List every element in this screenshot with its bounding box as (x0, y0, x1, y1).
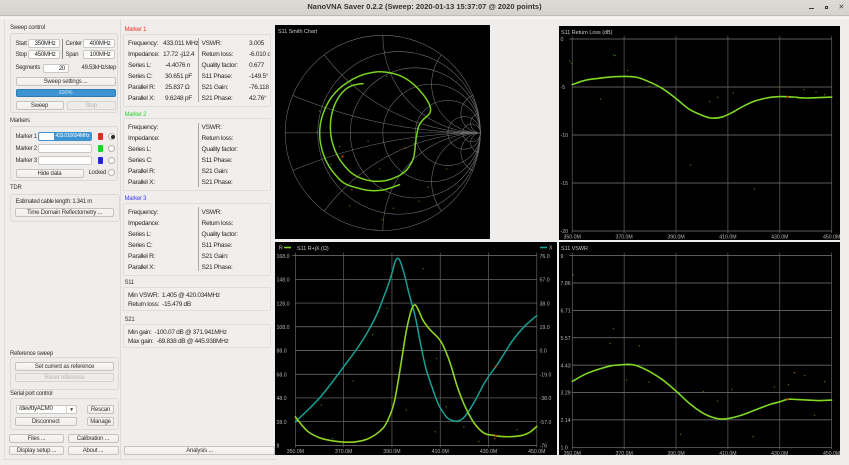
svg-text:3.29: 3.29 (561, 391, 571, 397)
svg-text:430.0M: 430.0M (480, 449, 497, 455)
svg-text:S11 Return Loss (dB): S11 Return Loss (dB) (561, 30, 613, 36)
svg-text:0.0: 0.0 (540, 349, 547, 355)
svg-text:450.0M: 450.0M (823, 451, 840, 455)
svg-text:48.0: 48.0 (277, 396, 287, 402)
svg-text:450.0M: 450.0M (528, 449, 545, 455)
svg-text:2.14: 2.14 (561, 418, 571, 424)
svg-text:-10: -10 (561, 133, 569, 139)
svg-text:370.0M: 370.0M (335, 449, 352, 455)
svg-text:-15: -15 (561, 181, 569, 187)
svg-text:57.0: 57.0 (540, 278, 550, 284)
svg-text:-38.0: -38.0 (540, 396, 552, 402)
svg-text:6.71: 6.71 (561, 309, 571, 315)
svg-text:68.0: 68.0 (277, 372, 287, 378)
svg-text:-57.0: -57.0 (540, 420, 552, 426)
svg-text:370.0M: 370.0M (615, 235, 632, 241)
svg-text:4.43: 4.43 (561, 363, 571, 369)
svg-text:-76: -76 (540, 444, 548, 450)
svg-text:88.0: 88.0 (277, 349, 287, 355)
svg-text:410.0M: 410.0M (719, 235, 736, 241)
svg-text:410.0M: 410.0M (719, 451, 736, 455)
svg-text:350.0M: 350.0M (564, 235, 581, 241)
svg-text:390.0M: 390.0M (667, 235, 684, 241)
svg-text:430.0M: 430.0M (771, 451, 788, 455)
svg-text:S11 R+jX (Ω): S11 R+jX (Ω) (297, 246, 329, 252)
svg-text:390.0M: 390.0M (667, 451, 684, 455)
svg-text:S11 VSWR: S11 VSWR (561, 246, 588, 252)
svg-text:19.0: 19.0 (540, 325, 550, 331)
svg-text:350.0M: 350.0M (564, 451, 581, 455)
svg-text:350.0M: 350.0M (287, 449, 304, 455)
svg-text:430.0M: 430.0M (771, 235, 788, 241)
svg-text:410.0M: 410.0M (432, 449, 449, 455)
svg-text:108.0: 108.0 (277, 325, 290, 331)
svg-text:9: 9 (561, 254, 564, 260)
svg-text:148.0: 148.0 (277, 278, 290, 284)
svg-text:X: X (549, 246, 553, 252)
svg-text:R: R (279, 246, 283, 252)
svg-text:8: 8 (277, 444, 280, 450)
svg-text:128.0: 128.0 (277, 301, 290, 307)
svg-text:-5: -5 (561, 85, 566, 91)
svg-text:S11 Smith Chart: S11 Smith Chart (278, 29, 318, 35)
svg-text:38.0: 38.0 (540, 301, 550, 307)
svg-text:7.86: 7.86 (561, 281, 571, 287)
svg-text:5.57: 5.57 (561, 336, 571, 342)
svg-text:390.0M: 390.0M (383, 449, 400, 455)
svg-text:-19.0: -19.0 (540, 372, 552, 378)
svg-text:28.0: 28.0 (277, 420, 287, 426)
svg-text:168.0: 168.0 (277, 254, 290, 260)
svg-text:370.0M: 370.0M (616, 451, 633, 455)
svg-text:450.0M: 450.0M (823, 235, 840, 241)
svg-text:0: 0 (561, 37, 564, 43)
svg-text:76.0: 76.0 (540, 254, 550, 260)
